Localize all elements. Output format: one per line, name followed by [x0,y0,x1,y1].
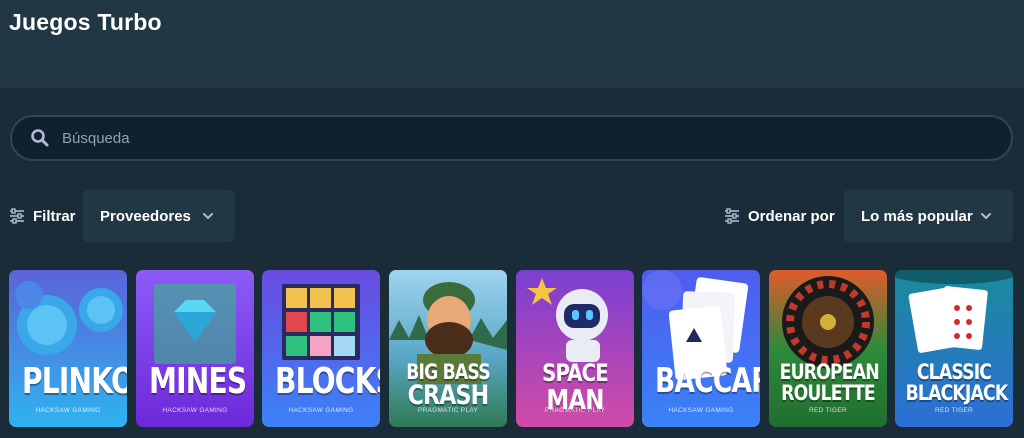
game-provider: RED TIGER [809,407,847,414]
sliders-icon [725,208,739,224]
game-provider: RED TIGER [935,407,973,414]
game-title: PLINKO [21,361,127,402]
game-title-line2: CRASH [407,379,490,411]
game-title-line2: ROULETTE [781,380,876,405]
filter-button[interactable]: Filtrar [9,190,76,242]
game-card-blocks[interactable]: BLOCKS HACKSAW GAMING [262,270,380,427]
providers-dropdown[interactable]: Proveedores [83,190,235,242]
game-provider: PRAGMATIC PLAY [417,407,479,414]
game-title-line1: EUROPEAN [779,360,880,384]
game-title: MINES [148,361,247,402]
search-icon [31,129,49,147]
baccarat-artwork [642,270,760,427]
sort-label: Ordenar por [748,207,835,225]
game-provider: PRAGMATIC PLAY [544,407,606,414]
game-card-classic-blackjack[interactable]: CLASSIC BLACKJACK RED TIGER [895,270,1013,427]
sliders-icon [10,208,24,224]
game-card-big-bass-crash[interactable]: BIG BASS CRASH PRAGMATIC PLAY [389,270,507,427]
sort-dropdown[interactable]: Lo más popular [844,190,1013,242]
game-title: CLASSIC BLACKJACK [905,360,1009,405]
game-title: BLOCKS [274,361,380,402]
game-title: BIG BASS CRASH [400,362,497,409]
game-title: EUROPEAN ROULETTE [779,360,880,405]
blocks-artwork [262,270,380,427]
game-title-line2: BLACKJACK [905,380,1009,405]
search-bar[interactable] [10,115,1013,161]
game-card-baccarat[interactable]: BACCARAT HACKSAW GAMING [642,270,760,427]
search-input[interactable] [62,129,962,147]
filter-bar: Filtrar Proveedores Ordenar por Lo más p… [0,190,1024,242]
sort-value: Lo más popular [861,207,973,225]
chevron-down-icon [203,213,213,219]
plinko-artwork [9,270,127,427]
game-title-line1: SPACE [542,359,609,387]
game-title-line1: CLASSIC [916,360,992,384]
game-title: SPACE MAN [527,359,624,413]
game-provider: HACKSAW GAMING [668,407,734,414]
mines-artwork [136,270,254,427]
game-card-spaceman[interactable]: SPACE MAN PRAGMATIC PLAY [516,270,634,427]
game-card-plinko[interactable]: PLINKO HACKSAW GAMING [9,270,127,427]
sort-button[interactable]: Ordenar por [724,190,835,242]
filter-label: Filtrar [33,207,76,225]
game-card-european-roulette[interactable]: EUROPEAN ROULETTE RED TIGER [769,270,887,427]
game-card-mines[interactable]: MINES HACKSAW GAMING [136,270,254,427]
chevron-down-icon [981,213,991,219]
game-grid: PLINKO HACKSAW GAMING MINES HACKSAW GAMI… [9,270,1024,430]
page-title: Juegos Turbo [9,9,162,35]
game-provider: HACKSAW GAMING [288,407,354,414]
providers-label: Proveedores [100,207,191,225]
game-provider: HACKSAW GAMING [162,407,228,414]
game-provider: HACKSAW GAMING [35,407,101,414]
game-title: BACCARAT [654,361,760,401]
